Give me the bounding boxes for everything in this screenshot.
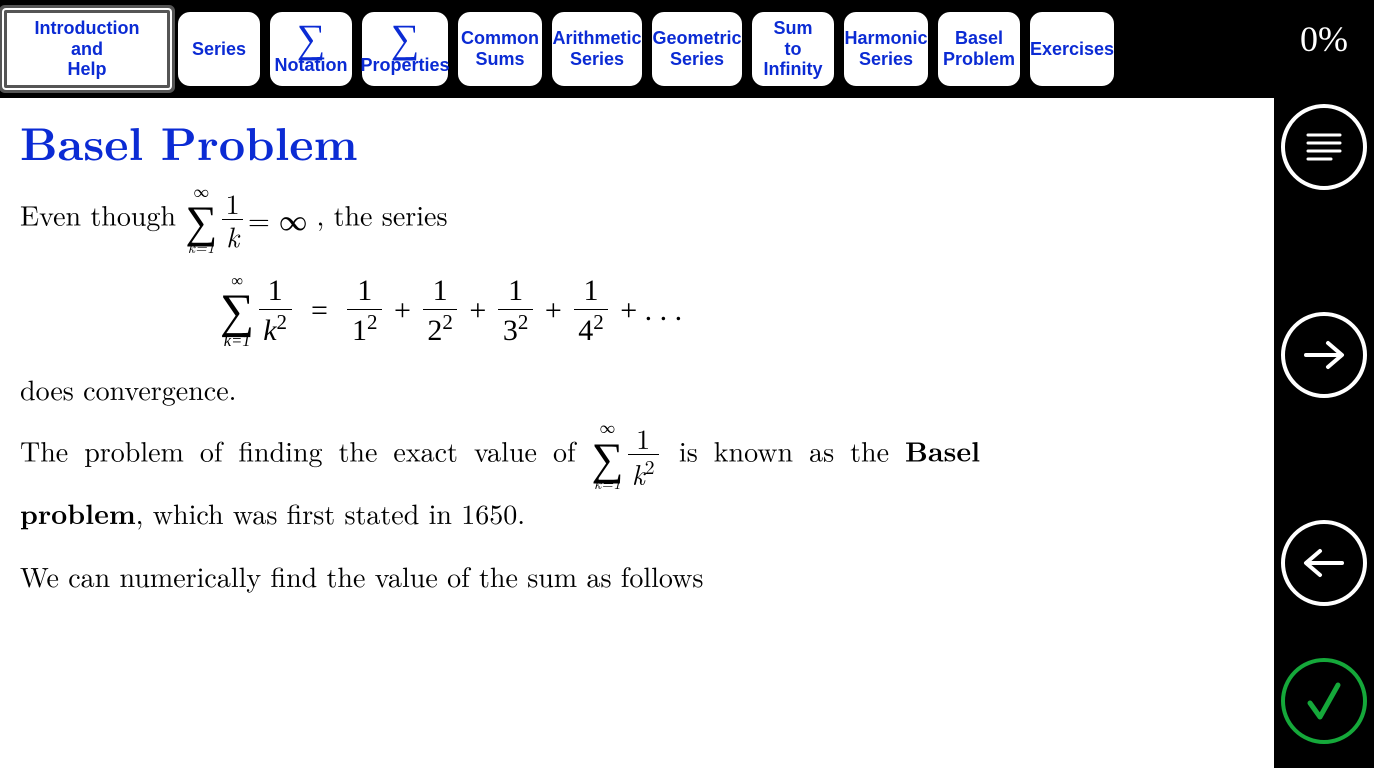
frac-num: 1 [632,424,654,454]
p1-text-a: Even though [20,195,185,235]
sum-lower: k=1 [188,240,215,255]
next-button[interactable] [1281,312,1367,398]
basel-expansion-display: ∞∑k=11k2 = 112 +122 +132 +142 + . . . [220,273,1254,349]
progress-percent: 0% [1300,18,1348,78]
fraction: 1k2 [259,276,292,346]
tab-9[interactable]: BaselProblem [936,10,1022,88]
arrow-right-icon [1298,329,1350,381]
menu-button[interactable] [1281,104,1367,190]
tab-label: Exercises [1030,39,1114,60]
tab-6[interactable]: GeometricSeries [650,10,744,88]
p3-text-b: is known as the [679,431,905,471]
p3-text-c: , which was first stated in 1650. [136,493,525,533]
tab-label: Notation [275,55,348,76]
fraction: 122 [423,276,458,346]
arrow-left-icon [1298,537,1350,589]
tab-label: CommonSums [461,28,539,69]
sum-lower: k=1 [594,476,621,491]
tab-7[interactable]: SumtoInfinity [750,10,836,88]
tab-label: Series [192,39,246,60]
harmonic-equals-infty: = ∞ [248,197,307,242]
ellipsis: . . . [645,294,683,328]
tab-2[interactable]: ∑Notation [268,10,354,88]
tab-bar: IntroductionandHelpSeries∑Notation∑Prope… [0,0,1274,98]
tab-8[interactable]: HarmonicSeries [842,10,930,88]
sigma-icon: ∑ [275,23,348,55]
plus: + [394,294,411,328]
p1-text-b: , the series [316,195,447,235]
menu-icon [1301,124,1347,170]
content-area: Basel Problem Even though ∞ ∑ k=1 1 k = … [0,98,1274,768]
plus: + [545,294,562,328]
tab-label: HarmonicSeries [844,28,927,69]
tab-label: GeometricSeries [652,28,741,69]
fraction: 112 [347,276,382,346]
sidebar: 0% [1274,0,1374,768]
tab-1[interactable]: Series [176,10,262,88]
fraction: 142 [574,276,609,346]
page-title: Basel Problem [20,108,1254,174]
p3-text-a: The problem of finding the exact value o… [20,431,592,471]
sum-sigma-icon: ∑ [220,290,254,333]
plus: + [469,294,486,328]
tab-4[interactable]: CommonSums [456,10,544,88]
tab-label: BaselProblem [943,28,1015,69]
basel-sum-inline: ∞ ∑ k=1 1 k2 [592,420,663,491]
sum-sigma-icon: ∑ [592,436,624,476]
equals: = [311,294,328,328]
frac-den: k2 [628,454,659,488]
summation: ∞∑k=1 [220,273,254,349]
check-button[interactable] [1281,658,1367,744]
fraction: 132 [498,276,533,346]
harmonic-sum-inline: ∞ ∑ k=1 1 k = ∞ [185,184,307,255]
check-icon [1296,673,1352,729]
prev-button[interactable] [1281,520,1367,606]
paragraph-2: does convergence. [20,367,1254,412]
sigma-icon: ∑ [360,23,449,55]
frac-num: 1 [221,189,243,219]
paragraph-3: The problem of finding the exact value o… [20,420,980,536]
paragraph-4: We can numerically find the value of the… [20,554,1254,599]
tab-0[interactable]: IntroductionandHelp [4,10,170,88]
tab-label: SumtoInfinity [764,18,823,80]
tab-10[interactable]: Exercises [1028,10,1116,88]
frac-den: k [222,219,243,250]
tab-label: Properties [360,55,449,76]
tab-3[interactable]: ∑Properties [360,10,450,88]
tab-5[interactable]: ArithmeticSeries [550,10,644,88]
plus: + [620,294,637,328]
sum-sigma-icon: ∑ [185,199,217,239]
tab-label: IntroductionandHelp [35,18,140,80]
paragraph-1: Even though ∞ ∑ k=1 1 k = ∞ , the series [20,184,1254,255]
tab-label: ArithmeticSeries [553,28,642,69]
